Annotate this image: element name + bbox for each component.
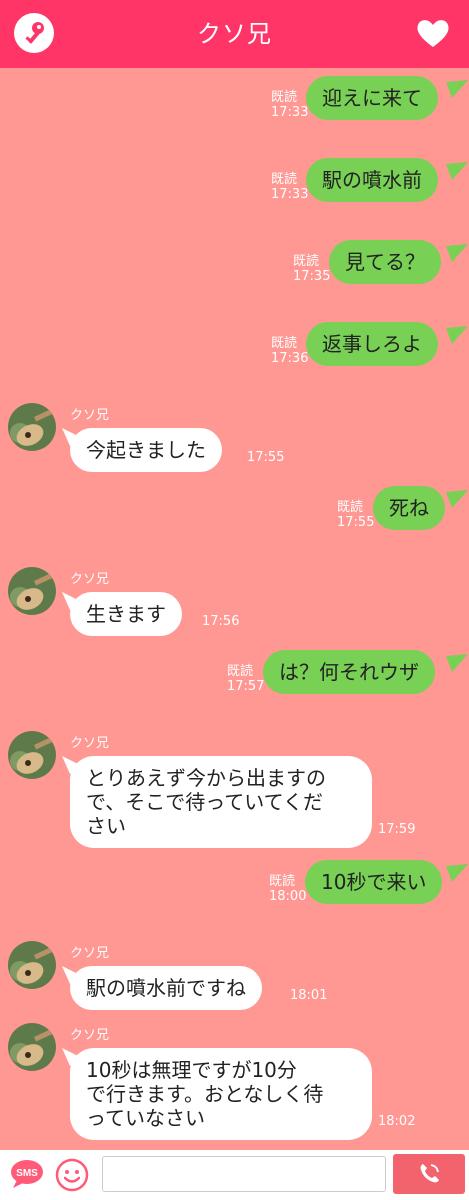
message-bubble[interactable]: は？何それウザ [263, 650, 435, 694]
bubble-tail [446, 80, 468, 98]
sender-name: クソ兄 [70, 736, 110, 751]
bubble-tail [446, 654, 468, 672]
message-bubble[interactable]: 駅の噴水前ですね [70, 966, 262, 1010]
avatar[interactable] [8, 941, 56, 989]
message-bubble[interactable]: 死ね [373, 486, 445, 530]
read-receipt: 既読 18:00 [269, 874, 306, 904]
bubble-tail [446, 490, 468, 508]
message-time: 17:55 [247, 450, 285, 465]
message-bubble[interactable]: 10秒で来い [305, 860, 443, 904]
sms-label: SMS [16, 1168, 38, 1179]
read-receipt: 既読 17:33 [271, 172, 308, 202]
read-label: 既読 [293, 254, 320, 269]
ukulele-avatar-image [8, 403, 56, 451]
message-time: 17:59 [378, 822, 416, 837]
message-time: 17:57 [227, 679, 265, 694]
app-header: クソ兄 [0, 0, 469, 68]
read-label: 既読 [271, 90, 298, 105]
ukulele-avatar-image [8, 567, 56, 615]
message-time: 17:35 [293, 269, 331, 284]
message-row: クソ兄 とりあえず今から出ますの で、そこで待っていてくだ さい 17:59 [0, 730, 469, 850]
message-time: 17:56 [202, 614, 240, 629]
message-bubble[interactable]: 今起きました [70, 428, 222, 472]
input-bar: SMS [0, 1150, 469, 1200]
ukulele-avatar-image [8, 941, 56, 989]
chat-area: 既読 17:33 迎えに来て 既読 17:33 駅の噴水前 既読 17:35 見… [0, 68, 469, 1150]
message-row: 既読 17:33 駅の噴水前 [0, 156, 469, 206]
bubble-tail [446, 864, 468, 882]
ukulele-avatar-image [8, 1023, 56, 1071]
bubble-tail [446, 326, 468, 344]
avatar[interactable] [8, 403, 56, 451]
sender-name: クソ兄 [70, 408, 110, 423]
sender-name: クソ兄 [70, 946, 110, 961]
read-receipt: 既読 17:35 [293, 254, 330, 284]
message-time: 18:02 [378, 1114, 416, 1129]
message-time: 18:01 [290, 988, 328, 1003]
message-bubble[interactable]: とりあえず今から出ますの で、そこで待っていてくだ さい [70, 756, 372, 848]
message-row: クソ兄 10秒は無理ですが10分 で行きます。おとなしく待 っていなさい 18:… [0, 1022, 469, 1147]
message-time: 17:36 [271, 351, 309, 366]
read-receipt: 既読 17:36 [271, 336, 308, 366]
read-receipt: 既読 17:57 [227, 664, 264, 694]
message-bubble[interactable]: 生きます [70, 592, 182, 636]
read-label: 既読 [227, 664, 254, 679]
read-receipt: 既読 17:55 [337, 500, 374, 530]
message-row: 既読 17:35 見てる？ [0, 238, 469, 288]
message-row: 既読 17:55 死ね [0, 484, 469, 534]
read-label: 既読 [271, 336, 298, 351]
avatar[interactable] [8, 567, 56, 615]
ukulele-avatar-image [8, 731, 56, 779]
message-row: クソ兄 生きます 17:56 [0, 566, 469, 638]
message-row: クソ兄 今起きました 17:55 [0, 402, 469, 474]
message-row: クソ兄 駅の噴水前ですね 18:01 [0, 940, 469, 1012]
chat-title: クソ兄 [197, 20, 272, 48]
sms-icon: SMS [11, 1160, 43, 1188]
bubble-tail [446, 244, 468, 262]
smile-icon[interactable] [55, 1158, 89, 1192]
read-label: 既読 [271, 172, 298, 187]
sender-name: クソ兄 [70, 1028, 110, 1043]
message-row: 既読 17:36 返事しろよ [0, 320, 469, 370]
read-receipt: 既読 17:33 [271, 90, 308, 120]
message-bubble[interactable]: 10秒は無理ですが10分 で行きます。おとなしく待 っていなさい [70, 1048, 372, 1140]
read-label: 既読 [269, 874, 296, 889]
message-bubble[interactable]: 見てる？ [329, 240, 441, 284]
sender-name: クソ兄 [70, 572, 110, 587]
message-row: 既読 17:57 は？何それウザ [0, 648, 469, 698]
message-row: 既読 17:33 迎えに来て [0, 74, 469, 124]
message-time: 17:33 [271, 105, 309, 120]
message-time: 17:33 [271, 187, 309, 202]
phone-icon [420, 1164, 439, 1183]
message-input[interactable] [102, 1156, 386, 1192]
read-label: 既読 [337, 500, 364, 515]
call-button[interactable] [393, 1154, 465, 1194]
message-time: 18:00 [269, 889, 307, 904]
message-bubble[interactable]: 迎えに来て [306, 76, 438, 120]
bubble-tail [446, 162, 468, 180]
message-row: 既読 18:00 10秒で来い [0, 858, 469, 908]
avatar[interactable] [8, 731, 56, 779]
avatar[interactable] [8, 1023, 56, 1071]
message-time: 17:55 [337, 515, 375, 530]
heart-icon[interactable] [415, 15, 451, 51]
sms-button[interactable]: SMS [9, 1158, 45, 1190]
message-bubble[interactable]: 駅の噴水前 [306, 158, 438, 202]
message-bubble[interactable]: 返事しろよ [306, 322, 438, 366]
